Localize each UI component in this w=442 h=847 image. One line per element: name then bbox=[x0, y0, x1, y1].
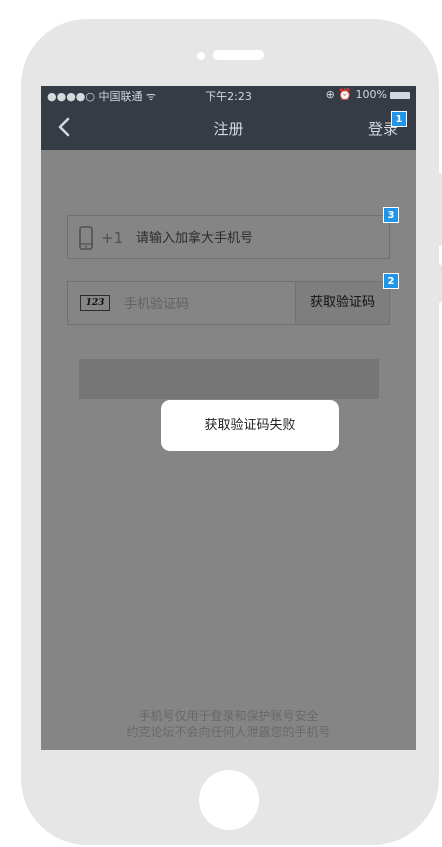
battery-label: ⊕ ⏰ 100% bbox=[325, 88, 387, 101]
annotation-badge-2: 2 bbox=[383, 273, 399, 289]
page-title: 注册 bbox=[213, 120, 244, 138]
camera-dot bbox=[197, 52, 205, 60]
status-bar: ●●●●○ 中国联通 ᯤ 下午2:23 ⊕ ⏰ 100% bbox=[41, 86, 416, 104]
battery-status: ⊕ ⏰ 100% bbox=[326, 88, 410, 101]
battery-icon bbox=[390, 91, 410, 99]
modal-overlay: 获取验证码失败 bbox=[41, 150, 416, 750]
speaker-slot bbox=[213, 50, 264, 60]
home-button[interactable] bbox=[199, 770, 259, 830]
error-toast: 获取验证码失败 bbox=[161, 400, 339, 451]
volume-up-button bbox=[436, 173, 442, 246]
volume-down-button bbox=[436, 264, 442, 303]
app-screen: ●●●●○ 中国联通 ᯤ 下午2:23 ⊕ ⏰ 100% 注册 登录 +1 12… bbox=[41, 86, 416, 750]
navigation-bar: 注册 登录 bbox=[41, 104, 416, 150]
annotation-badge-3: 3 bbox=[383, 207, 399, 223]
annotation-badge-1: 1 bbox=[391, 111, 407, 127]
